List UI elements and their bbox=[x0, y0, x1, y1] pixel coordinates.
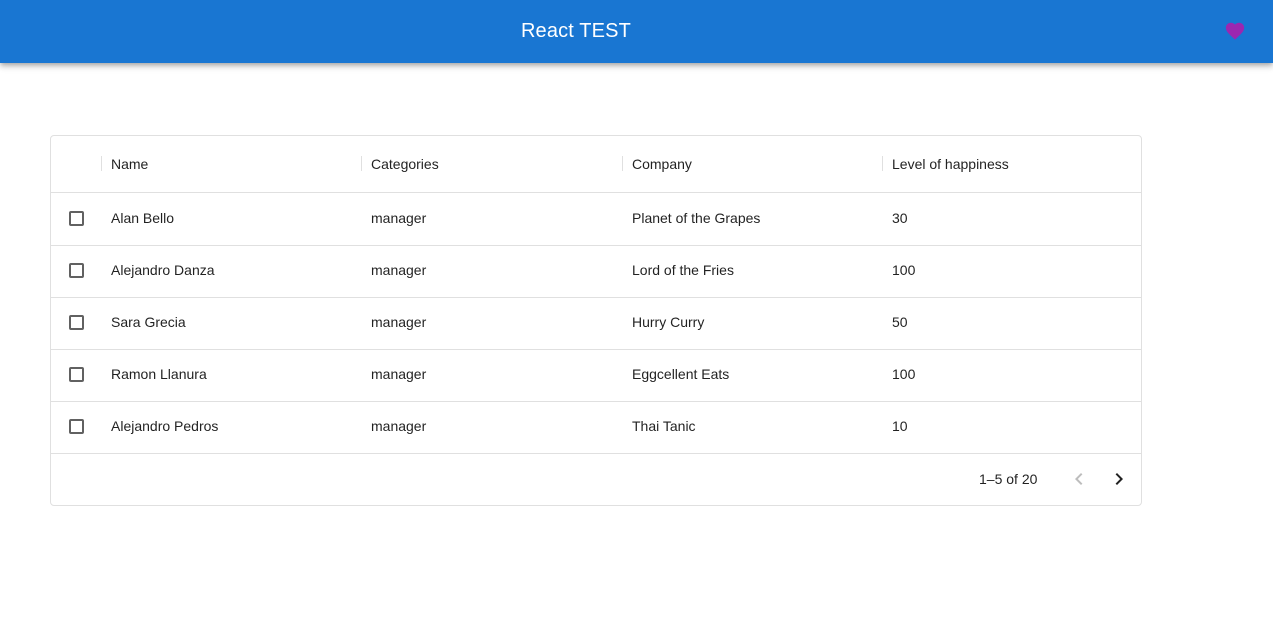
cell-name: Alejandro Pedros bbox=[111, 418, 219, 434]
cell-company: Planet of the Grapes bbox=[632, 210, 761, 226]
cell-happiness: 100 bbox=[892, 366, 916, 382]
next-page-button[interactable] bbox=[1103, 463, 1135, 495]
cell-category: manager bbox=[371, 366, 427, 382]
column-separator[interactable] bbox=[882, 156, 883, 171]
cell-name: Alan Bello bbox=[111, 210, 175, 226]
row-checkbox[interactable] bbox=[69, 315, 84, 330]
cell-name: Sara Grecia bbox=[111, 314, 186, 330]
table-footer: 1–5 of 20 bbox=[51, 453, 1141, 505]
cell-happiness: 100 bbox=[892, 262, 916, 278]
column-separator[interactable] bbox=[622, 156, 623, 171]
cell-company: Eggcellent Eats bbox=[632, 366, 730, 382]
data-grid: Name Categories Company Level of happine… bbox=[50, 135, 1142, 506]
cell-company: Thai Tanic bbox=[632, 418, 696, 434]
column-header-happiness[interactable]: Level of happiness bbox=[892, 136, 1009, 192]
cell-company: Lord of the Fries bbox=[632, 262, 734, 278]
cell-happiness: 50 bbox=[892, 314, 908, 330]
column-separator[interactable] bbox=[361, 156, 362, 171]
cell-happiness: 30 bbox=[892, 210, 908, 226]
cell-name: Ramon Llanura bbox=[111, 366, 207, 382]
cell-category: manager bbox=[371, 210, 427, 226]
column-header-company[interactable]: Company bbox=[632, 136, 692, 192]
cell-company: Hurry Curry bbox=[632, 314, 705, 330]
chevron-right-icon bbox=[1115, 473, 1123, 485]
cell-name: Alejandro Danza bbox=[111, 262, 215, 278]
row-checkbox[interactable] bbox=[69, 263, 84, 278]
table-row[interactable]: Ramon Llanura manager Eggcellent Eats 10… bbox=[51, 349, 1141, 402]
cell-happiness: 10 bbox=[892, 418, 908, 434]
table-row[interactable]: Alejandro Pedros manager Thai Tanic 10 bbox=[51, 401, 1141, 454]
cell-category: manager bbox=[371, 262, 427, 278]
cell-category: manager bbox=[371, 314, 427, 330]
app-title: React TEST bbox=[520, 20, 632, 42]
column-header-categories[interactable]: Categories bbox=[371, 136, 439, 192]
row-checkbox[interactable] bbox=[69, 211, 84, 226]
table-header: Name Categories Company Level of happine… bbox=[51, 136, 1141, 193]
column-separator[interactable] bbox=[101, 156, 102, 171]
table-row[interactable]: Alejandro Danza manager Lord of the Frie… bbox=[51, 245, 1141, 298]
heart-icon[interactable] bbox=[1224, 20, 1246, 42]
table-row[interactable]: Sara Grecia manager Hurry Curry 50 bbox=[51, 297, 1141, 350]
previous-page-button[interactable] bbox=[1063, 463, 1095, 495]
row-checkbox[interactable] bbox=[69, 419, 84, 434]
chevron-left-icon bbox=[1075, 473, 1083, 485]
cell-category: manager bbox=[371, 418, 427, 434]
app-bar: React TEST bbox=[0, 0, 1273, 63]
row-checkbox[interactable] bbox=[69, 367, 84, 382]
column-header-name[interactable]: Name bbox=[111, 136, 148, 192]
table-row[interactable]: Alan Bello manager Planet of the Grapes … bbox=[51, 193, 1141, 246]
pagination-range: 1–5 of 20 bbox=[979, 471, 1038, 487]
